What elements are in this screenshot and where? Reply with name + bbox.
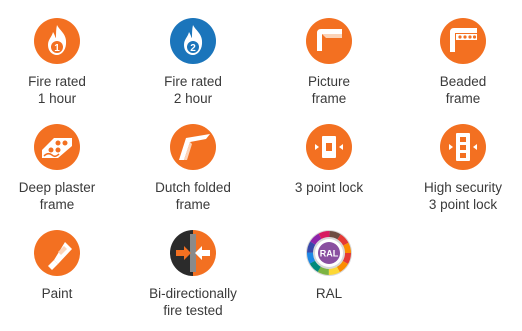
high-security-3-point-lock-icon xyxy=(440,124,486,170)
feature-label: Dutch folded frame xyxy=(155,180,231,212)
feature-label: High security 3 point lock xyxy=(423,180,503,212)
feature-label: Bi-directionally fire tested xyxy=(149,286,237,318)
paint-icon xyxy=(34,230,80,276)
fire-rated-2-hour-icon: 2 xyxy=(170,18,216,64)
fire-rated-1-hour-icon: 1 xyxy=(34,18,80,64)
feature-label: Deep plaster frame xyxy=(18,180,96,212)
picture-frame-icon xyxy=(306,18,352,64)
bi-directionally-fire-tested-icon xyxy=(170,230,216,276)
feature-label: Beaded frame xyxy=(439,74,487,106)
dutch-folded-frame-icon xyxy=(170,124,216,170)
feature-label: Picture frame xyxy=(307,74,351,106)
ral-icon: RAL xyxy=(306,230,352,276)
feature-label: Fire rated 2 hour xyxy=(164,74,222,106)
feature-label: Paint xyxy=(41,286,73,301)
deep-plaster-frame-icon xyxy=(34,124,80,170)
feature-label: Fire rated 1 hour xyxy=(28,74,86,106)
3-point-lock-icon xyxy=(306,124,352,170)
fire-badge-1: 1 xyxy=(54,43,60,54)
fire-badge-2: 2 xyxy=(190,43,196,54)
beaded-frame-icon xyxy=(440,18,486,64)
features-grid: 1 Fire rated 1 hour 2 Fire rated 2 hour xyxy=(0,0,522,331)
feature-label: RAL xyxy=(315,286,343,301)
ral-badge: RAL xyxy=(320,249,339,259)
feature-label: 3 point lock xyxy=(294,180,364,195)
